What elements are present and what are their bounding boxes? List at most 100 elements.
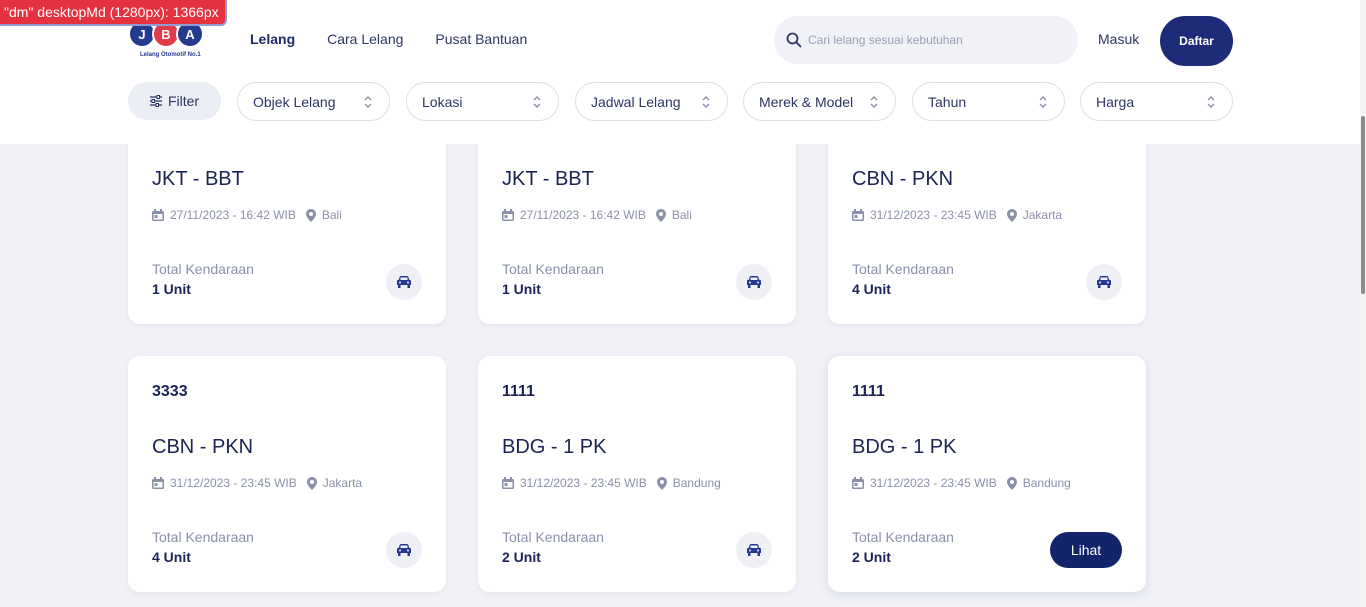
page-scrollbar[interactable] bbox=[1360, 0, 1366, 607]
dropdown-objek-lelang[interactable]: Objek Lelang bbox=[237, 82, 390, 121]
dropdown-label: Lokasi bbox=[422, 93, 463, 110]
auction-route: BDG - 1 PK bbox=[852, 436, 957, 458]
car-icon-button[interactable] bbox=[736, 532, 772, 568]
dropdown-tahun[interactable]: Tahun bbox=[912, 82, 1065, 121]
auction-card[interactable]: JKT - BBT 27/11/2023 - 16:42 WIB Bali To… bbox=[128, 130, 446, 324]
total-vehicle-value: 1 Unit bbox=[152, 281, 191, 297]
filter-button[interactable]: Filter bbox=[128, 82, 221, 120]
car-icon bbox=[397, 276, 411, 288]
auction-route: CBN - PKN bbox=[852, 168, 954, 190]
auction-route: JKT - BBT bbox=[152, 168, 244, 190]
total-vehicle-value: 4 Unit bbox=[852, 281, 891, 297]
auction-location: Jakarta bbox=[322, 476, 363, 490]
location-pin-icon bbox=[655, 208, 666, 222]
nav-item-pusat-bantuan[interactable]: Pusat Bantuan bbox=[435, 31, 527, 47]
auction-card[interactable]: 1111 BDG - 1 PK 31/12/2023 - 23:45 WIB B… bbox=[828, 356, 1146, 592]
total-vehicle-value: 2 Unit bbox=[502, 549, 541, 565]
total-vehicle-label: Total Kendaraan bbox=[152, 529, 254, 545]
car-icon bbox=[1097, 276, 1111, 288]
auction-datetime: 31/12/2023 - 23:45 WIB bbox=[170, 476, 297, 490]
search-icon bbox=[786, 32, 802, 48]
auction-datetime: 31/12/2023 - 23:45 WIB bbox=[870, 208, 997, 222]
total-vehicle-label: Total Kendaraan bbox=[852, 261, 954, 277]
nav-item-lelang[interactable]: Lelang bbox=[250, 31, 295, 47]
location-pin-icon bbox=[1006, 208, 1017, 222]
register-button[interactable]: Daftar bbox=[1160, 16, 1233, 66]
chevron-up-down-icon bbox=[702, 96, 710, 108]
auction-location: Jakarta bbox=[1022, 208, 1063, 222]
total-vehicle-value: 1 Unit bbox=[502, 281, 541, 297]
search-bar[interactable] bbox=[774, 16, 1078, 64]
car-icon bbox=[747, 276, 761, 288]
total-vehicle-label: Total Kendaraan bbox=[152, 261, 254, 277]
main-nav: Lelang Cara Lelang Pusat Bantuan bbox=[250, 31, 527, 47]
auction-route: BDG - 1 PK bbox=[502, 436, 607, 458]
logo-tagline: Lelang Otomotif No.1 bbox=[140, 52, 201, 58]
auction-card[interactable]: JKT - BBT 27/11/2023 - 16:42 WIB Bali To… bbox=[478, 130, 796, 324]
chevron-up-down-icon bbox=[533, 96, 541, 108]
location-pin-icon bbox=[656, 476, 667, 490]
auction-card[interactable]: CBN - PKN 31/12/2023 - 23:45 WIB Jakarta… bbox=[828, 130, 1146, 324]
dropdown-merek-model[interactable]: Merek & Model bbox=[743, 82, 896, 121]
dropdown-label: Harga bbox=[1096, 93, 1135, 110]
breakpoint-debug-badge: "dm" desktopMd (1280px): 1366px bbox=[0, 0, 227, 26]
total-vehicle-label: Total Kendaraan bbox=[502, 261, 604, 277]
auction-location: Bandung bbox=[1022, 476, 1071, 490]
auction-code: 1111 bbox=[852, 383, 885, 400]
nav-item-cara-lelang[interactable]: Cara Lelang bbox=[327, 31, 403, 47]
auction-route: CBN - PKN bbox=[152, 436, 254, 458]
search-input[interactable] bbox=[808, 30, 1058, 50]
dropdown-label: Objek Lelang bbox=[253, 93, 336, 110]
auction-code: 1111 bbox=[502, 383, 535, 400]
chevron-up-down-icon bbox=[364, 96, 372, 108]
location-pin-icon bbox=[305, 208, 316, 222]
auction-meta: 31/12/2023 - 23:45 WIB Jakarta bbox=[152, 476, 362, 490]
auction-location: Bandung bbox=[672, 476, 721, 490]
auction-datetime: 27/11/2023 - 16:42 WIB bbox=[520, 208, 646, 222]
calendar-icon bbox=[852, 477, 864, 489]
chevron-up-down-icon bbox=[870, 96, 878, 108]
car-icon-button[interactable] bbox=[1086, 264, 1122, 300]
car-icon-button[interactable] bbox=[736, 264, 772, 300]
auction-datetime: 27/11/2023 - 16:42 WIB bbox=[170, 208, 296, 222]
chevron-up-down-icon bbox=[1039, 96, 1047, 108]
auction-location: Bali bbox=[321, 208, 342, 222]
calendar-icon bbox=[152, 477, 164, 489]
filter-label: Filter bbox=[167, 93, 200, 109]
auction-meta: 27/11/2023 - 16:42 WIB Bali bbox=[152, 208, 342, 222]
location-pin-icon bbox=[1006, 476, 1017, 490]
total-vehicle-label: Total Kendaraan bbox=[852, 529, 954, 545]
total-vehicle-value: 2 Unit bbox=[852, 549, 891, 565]
auction-meta: 27/11/2023 - 16:42 WIB Bali bbox=[502, 208, 692, 222]
car-icon-button[interactable] bbox=[386, 264, 422, 300]
auction-datetime: 31/12/2023 - 23:45 WIB bbox=[520, 476, 647, 490]
calendar-icon bbox=[152, 209, 164, 221]
auction-code: 3333 bbox=[152, 383, 188, 400]
location-pin-icon bbox=[306, 476, 317, 490]
auction-datetime: 31/12/2023 - 23:45 WIB bbox=[870, 476, 997, 490]
dropdown-label: Merek & Model bbox=[759, 93, 854, 110]
auction-card[interactable]: 3333 CBN - PKN 31/12/2023 - 23:45 WIB Ja… bbox=[128, 356, 446, 592]
scrollbar-thumb[interactable] bbox=[1361, 116, 1365, 294]
auction-meta: 31/12/2023 - 23:45 WIB Bandung bbox=[852, 476, 1071, 490]
auction-card[interactable]: 1111 BDG - 1 PK 31/12/2023 - 23:45 WIB B… bbox=[478, 356, 796, 592]
dropdown-harga[interactable]: Harga bbox=[1080, 82, 1233, 121]
total-vehicle-label: Total Kendaraan bbox=[502, 529, 604, 545]
calendar-icon bbox=[852, 209, 864, 221]
dropdown-jadwal-lelang[interactable]: Jadwal Lelang bbox=[575, 82, 728, 121]
calendar-icon bbox=[502, 209, 514, 221]
login-link[interactable]: Masuk bbox=[1098, 31, 1139, 47]
total-vehicle-value: 4 Unit bbox=[152, 549, 191, 565]
car-icon-button[interactable] bbox=[386, 532, 422, 568]
filter-sliders-icon bbox=[149, 95, 162, 107]
auction-location: Bali bbox=[671, 208, 692, 222]
car-icon bbox=[397, 544, 411, 556]
dropdown-lokasi[interactable]: Lokasi bbox=[406, 82, 559, 121]
dropdown-label: Tahun bbox=[928, 93, 967, 110]
chevron-up-down-icon bbox=[1207, 96, 1215, 108]
car-icon bbox=[747, 544, 761, 556]
auction-meta: 31/12/2023 - 23:45 WIB Jakarta bbox=[852, 208, 1062, 222]
view-auction-button[interactable]: Lihat bbox=[1050, 532, 1122, 568]
dropdown-label: Jadwal Lelang bbox=[591, 93, 681, 110]
auction-route: JKT - BBT bbox=[502, 168, 594, 190]
